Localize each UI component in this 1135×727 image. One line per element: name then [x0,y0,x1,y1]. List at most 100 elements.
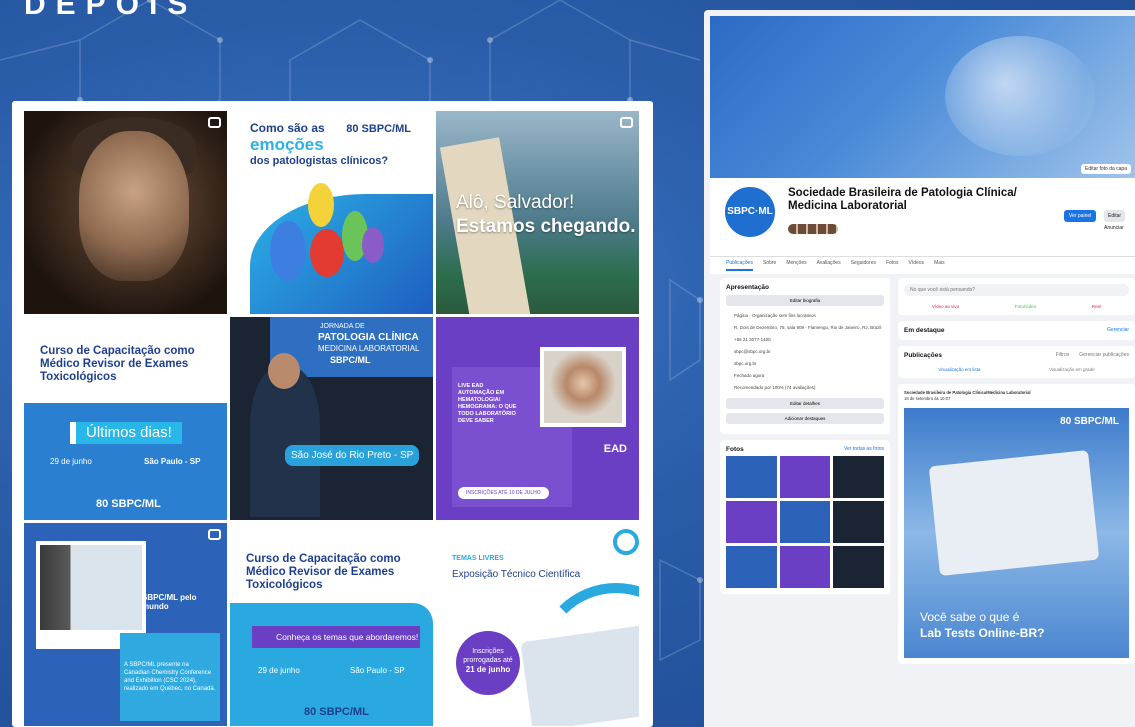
photo-thumb[interactable] [779,501,831,543]
sbpc-logo: 80 SBPC/ML [1060,416,1119,427]
grid-post-temas-livres[interactable]: TEMAS LIVRES Exposição Técnico Científic… [436,523,639,726]
live-cta: INSCRIÇÕES ATÉ 10 DE JULHO [458,487,549,499]
photo-thumb[interactable] [779,546,831,588]
emotions-line3: dos patologistas clínicos? [250,155,389,167]
reel-icon [208,117,221,128]
see-all-photos-link[interactable]: Ver todas as fotos [844,446,884,452]
course-place: São Paulo - SP [144,457,201,466]
view-panel-button[interactable]: Ver painel [1064,210,1097,222]
edit-page-button[interactable]: Editar [1104,210,1126,222]
photo-video-button[interactable]: Foto/vídeo [1015,304,1036,309]
grid-view-tab[interactable]: Visualização em grade [1049,367,1094,372]
info-address: R. Dois de Dezembro, 78, sala 909 - Flam… [734,325,882,330]
photo-thumb[interactable] [726,501,777,543]
view-toggle: Visualização em lista Visualização em gr… [904,367,1129,372]
facebook-page-panel: Editar foto da capa SBPC·ML Sociedade Br… [704,10,1135,727]
speaker-photo [540,347,626,427]
salvador-line2: Estamos chegando. [456,216,636,237]
photo-thumb[interactable] [833,501,884,543]
jornada-location: São José do Rio Preto - SP [285,445,420,466]
instagram-grid-panel: Como são as emoções dos patologistas clí… [12,101,653,727]
info-phone: +55 21 3077-1400 [734,337,771,342]
reel-icon [620,117,633,128]
photo-thumb[interactable] [779,456,831,498]
jornada-subtitle: MEDICINA LABORATORIAL [318,344,420,353]
left-column: Apresentação Editar biografia Página · O… [720,278,890,600]
grid-post-course-last-days[interactable]: Curso de Capacitação como Médico Revisor… [24,317,227,520]
intro-title: Apresentação [726,284,769,291]
world-label: SBPC/ML pelo mundo [142,593,197,611]
character-purple [362,227,384,263]
tab-more[interactable]: Mais [934,260,945,271]
photo-thumb[interactable] [726,456,777,498]
featured-manage-link[interactable]: Gerenciar [1107,327,1129,333]
course-heading: Curso de Capacitação como Médico Revisor… [246,553,401,591]
reel-button[interactable]: Reel [1092,304,1101,309]
grid-post-emotions[interactable]: Como são as emoções dos patologistas clí… [230,111,433,314]
tab-photos[interactable]: Fotos [886,260,899,271]
tab-followers[interactable]: Seguidores [851,260,876,271]
grid-post-course-topics[interactable]: Curso de Capacitação como Médico Revisor… [230,523,433,726]
deadline-circle: Inscrições prorrogadas até 21 de junho [456,631,520,695]
featured-title: Em destaque [904,327,945,334]
featured-card: Em destaque Gerenciar [898,321,1135,340]
composer-input[interactable]: No que você está pensando? [904,284,1129,296]
post-card: Sociedade Brasileira de Patologia Clínic… [898,384,1135,664]
tab-reviews[interactable]: Avaliações [817,260,841,271]
laptop-image [520,624,639,726]
tab-mentions[interactable]: Menções [786,260,806,271]
page-title: DEPOIS [24,0,198,21]
edit-bio-button[interactable]: Editar biografia [726,295,884,306]
grid-post-salvador[interactable]: Alô, Salvador! Estamos chegando. [436,111,639,314]
grid-post-jornada[interactable]: JORNADA DE PATOLOGIA CLÍNICA MEDICINA LA… [230,317,433,520]
composer-actions: Vídeo ao vivo Foto/vídeo Reel [904,304,1129,309]
advertise-button[interactable]: Anunciar [1104,225,1124,231]
intro-card: Apresentação Editar biografia Página · O… [720,278,890,434]
character-yellow [308,183,334,227]
last-days-banner: Últimos dias! [70,422,182,444]
live-text: LIVE EAD AUTOMAÇÃO EM HEMATOLOGIA/ HEMOG… [458,383,517,424]
post-image-line2: Lab Tests Online-BR? [920,626,1045,640]
course-date: 29 de junho [258,666,300,675]
photo-thumb[interactable] [833,456,884,498]
info-website[interactable]: sbpc.org.br [726,358,884,370]
follower-avatars [788,224,838,234]
add-featured-button[interactable]: Adicionar destaques [726,413,884,424]
deadline-date: 21 de junho [465,665,511,674]
info-hours: Fechado agora [734,373,765,378]
tab-about[interactable]: Sobre [763,260,776,271]
jornada-small: JORNADA DE [320,323,365,330]
manage-posts-button[interactable]: Gerenciar publicações [1079,352,1129,358]
photo-thumb[interactable] [833,546,884,588]
temas-title: Exposição Técnico Científica [452,569,581,580]
grid-post-world[interactable]: SBPC/ML pelo mundo A SBPC/ML presente na… [24,523,227,726]
edit-details-button[interactable]: Editar detalhes [726,398,884,409]
list-view-tab[interactable]: Visualização em lista [938,367,980,372]
page-avatar[interactable]: SBPC·ML [722,184,778,240]
edit-cover-button[interactable]: Editar foto da capa [1081,164,1131,174]
grid-post-portrait[interactable] [24,111,227,314]
posts-header: Publicações Gerenciar publicações Filtro… [898,346,1135,378]
cover-photo: Editar foto da capa [710,16,1135,178]
laptop-image [928,449,1100,577]
page-tabs: Publicações Sobre Menções Avaliações Seg… [710,256,1135,274]
ead-brand: EAD [603,443,627,455]
tab-videos[interactable]: Vídeos [909,260,925,271]
post-image-line1: Você sabe o que é [920,610,1020,624]
post-image[interactable]: 80 SBPC/ML Você sabe o que é Lab Tests O… [904,408,1129,658]
congress-logo [613,529,639,555]
photo-thumb[interactable] [726,546,777,588]
temas-label: TEMAS LIVRES [452,555,504,562]
post-date: 18 de setembro às 10:07 [904,396,951,401]
character-blue [270,221,306,281]
speaker-figure [250,353,320,517]
posts-title: Publicações [904,352,942,359]
cover-glassware [945,36,1095,156]
portrait-face [79,131,189,281]
jornada-title: PATOLOGIA CLÍNICA [318,332,419,343]
grid-post-live-ead[interactable]: LIVE EAD AUTOMAÇÃO EM HEMATOLOGIA/ HEMOG… [436,317,639,520]
deadline-text: Inscrições prorrogadas até [463,648,513,664]
live-video-button[interactable]: Vídeo ao vivo [932,304,959,309]
filters-button[interactable]: Filtros [1056,352,1070,358]
tab-posts[interactable]: Publicações [726,260,753,271]
